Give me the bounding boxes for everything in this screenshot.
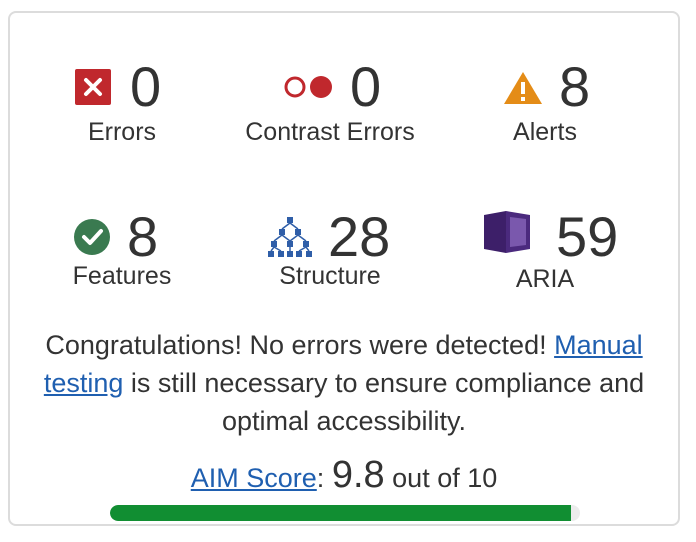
- aria-count: 59: [556, 205, 619, 268]
- error-icon: [75, 69, 111, 110]
- errors-count: 0: [130, 55, 162, 118]
- structure-label: Structure: [279, 262, 381, 290]
- alerts-count: 8: [559, 55, 591, 118]
- aria-icon: [482, 209, 532, 260]
- aim-score: AIM Score: 9.8 out of 10: [10, 455, 678, 498]
- errors-label: Errors: [87, 118, 157, 146]
- features-count: 8: [127, 205, 159, 268]
- aria-label: ARIA: [515, 265, 575, 293]
- summary-panel: 0 Errors 0 Contrast Errors 8 Alerts 8 Fe…: [8, 11, 680, 526]
- alerts-label: Alerts: [513, 118, 577, 146]
- features-label: Features: [72, 262, 172, 290]
- result-message-text: Congratulations! No errors were detected…: [45, 330, 555, 360]
- structure-count: 28: [328, 205, 391, 268]
- contrast-error-icon: [283, 75, 335, 104]
- aim-score-bar-fill: [110, 505, 571, 521]
- contrast-errors-count: 0: [350, 55, 382, 118]
- alert-icon: [503, 71, 543, 110]
- aim-score-suffix: out of 10: [392, 463, 498, 493]
- aim-score-bar: [110, 505, 580, 521]
- result-message: Congratulations! No errors were detected…: [10, 326, 678, 440]
- structure-icon: [268, 217, 312, 262]
- aim-score-link[interactable]: AIM Score: [191, 463, 317, 493]
- aim-score-value: 9.8: [331, 454, 385, 496]
- aim-score-separator: :: [316, 463, 325, 493]
- result-message-continuation: is still necessary to ensure compliance …: [123, 368, 645, 436]
- feature-check-icon: [74, 219, 110, 260]
- contrast-errors-label: Contrast Errors: [245, 118, 415, 146]
